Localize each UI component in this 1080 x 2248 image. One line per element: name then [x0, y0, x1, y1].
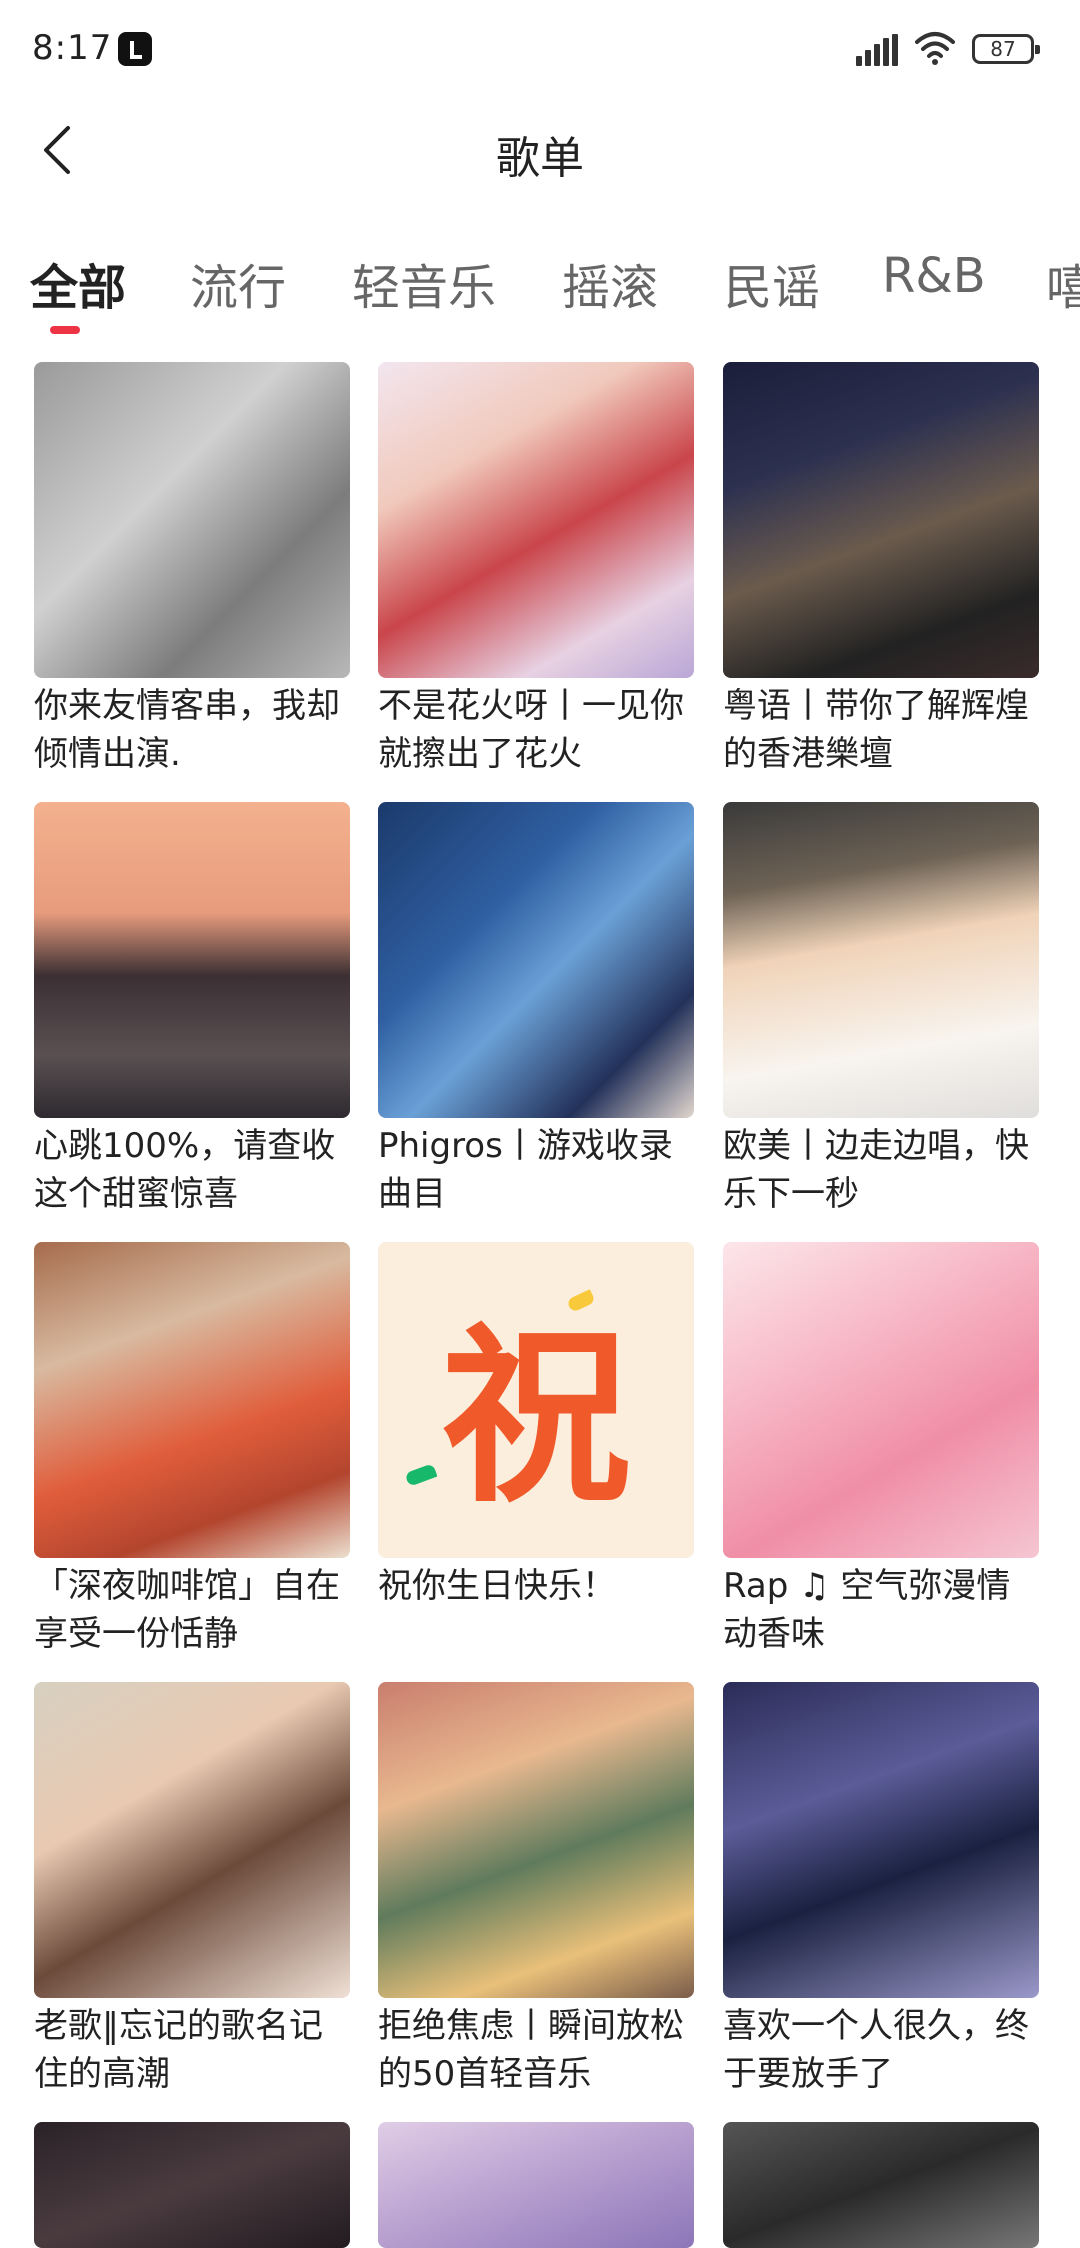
tab-hiphop[interactable]: 嘻	[1046, 248, 1080, 318]
playlist-title: Rap ♫ 空气弥漫情动香味	[723, 1566, 1011, 1654]
playlist-cover	[34, 1242, 350, 1558]
playlist-cover	[378, 362, 694, 678]
playlist-cover	[378, 2122, 694, 2248]
playlist-cover	[723, 362, 1039, 678]
battery-icon: 87	[972, 34, 1040, 64]
tab-pop[interactable]: 流行	[190, 248, 286, 318]
playlist-title: 粤语丨带你了解辉煌的香港樂壇	[723, 686, 1029, 774]
playlist-title: 你来友情客串，我却倾情出演.	[34, 686, 340, 774]
active-tab-indicator	[50, 326, 80, 334]
playlist-title: 「深夜咖啡馆」自在享受一份恬静	[34, 1566, 340, 1654]
playlist-cover	[34, 1682, 350, 1998]
tab-rock[interactable]: 摇滚	[562, 248, 658, 318]
playlist-cover	[378, 1682, 694, 1998]
tab-folk[interactable]: 民谣	[724, 248, 820, 318]
playlist-cover	[378, 802, 694, 1118]
playlist-title: 祝你生日快乐！	[378, 1566, 616, 1606]
playlist-title: 欧美丨边走边唱，快乐下一秒	[723, 1126, 1029, 1214]
playlist-cover	[34, 802, 350, 1118]
playlist-cover: 祝	[378, 1242, 694, 1558]
header: 歌单	[0, 100, 1080, 200]
tab-rnb[interactable]: R&B	[882, 248, 986, 304]
playlist-cover	[723, 1682, 1039, 1998]
playlist-cover	[723, 2122, 1039, 2248]
signal-icon	[856, 34, 898, 66]
playlist-title: 心跳100%，请查收这个甜蜜惊喜	[34, 1126, 336, 1214]
playlist-title: 拒绝焦虑丨瞬间放松的50首轻音乐	[378, 2006, 684, 2094]
status-time: 8:17	[32, 28, 113, 68]
playlist-cover	[723, 1242, 1039, 1558]
playlist-cover	[34, 2122, 350, 2248]
category-tabs: 全部 流行 轻音乐 摇滚 民谣 R&B 嘻	[0, 230, 1080, 340]
playlist-title: Phigros丨游戏收录曲目	[378, 1126, 673, 1214]
playlist-cover	[34, 362, 350, 678]
playlist-title: 不是花火呀丨一见你就擦出了花火	[378, 686, 684, 774]
app-notification-icon	[118, 32, 152, 66]
tab-all[interactable]: 全部	[30, 248, 126, 318]
status-bar: 8:17 87	[0, 0, 1080, 100]
cover-character: 祝	[440, 1306, 631, 1528]
page-title: 歌单	[496, 133, 584, 184]
playlist-cover	[723, 802, 1039, 1118]
wifi-icon	[915, 32, 955, 65]
playlist-title: 喜欢一个人很久，终于要放手了	[723, 2006, 1029, 2094]
playlist-title: 老歌‖忘记的歌名记住的高潮	[34, 2006, 323, 2094]
tab-light-music[interactable]: 轻音乐	[352, 248, 496, 318]
